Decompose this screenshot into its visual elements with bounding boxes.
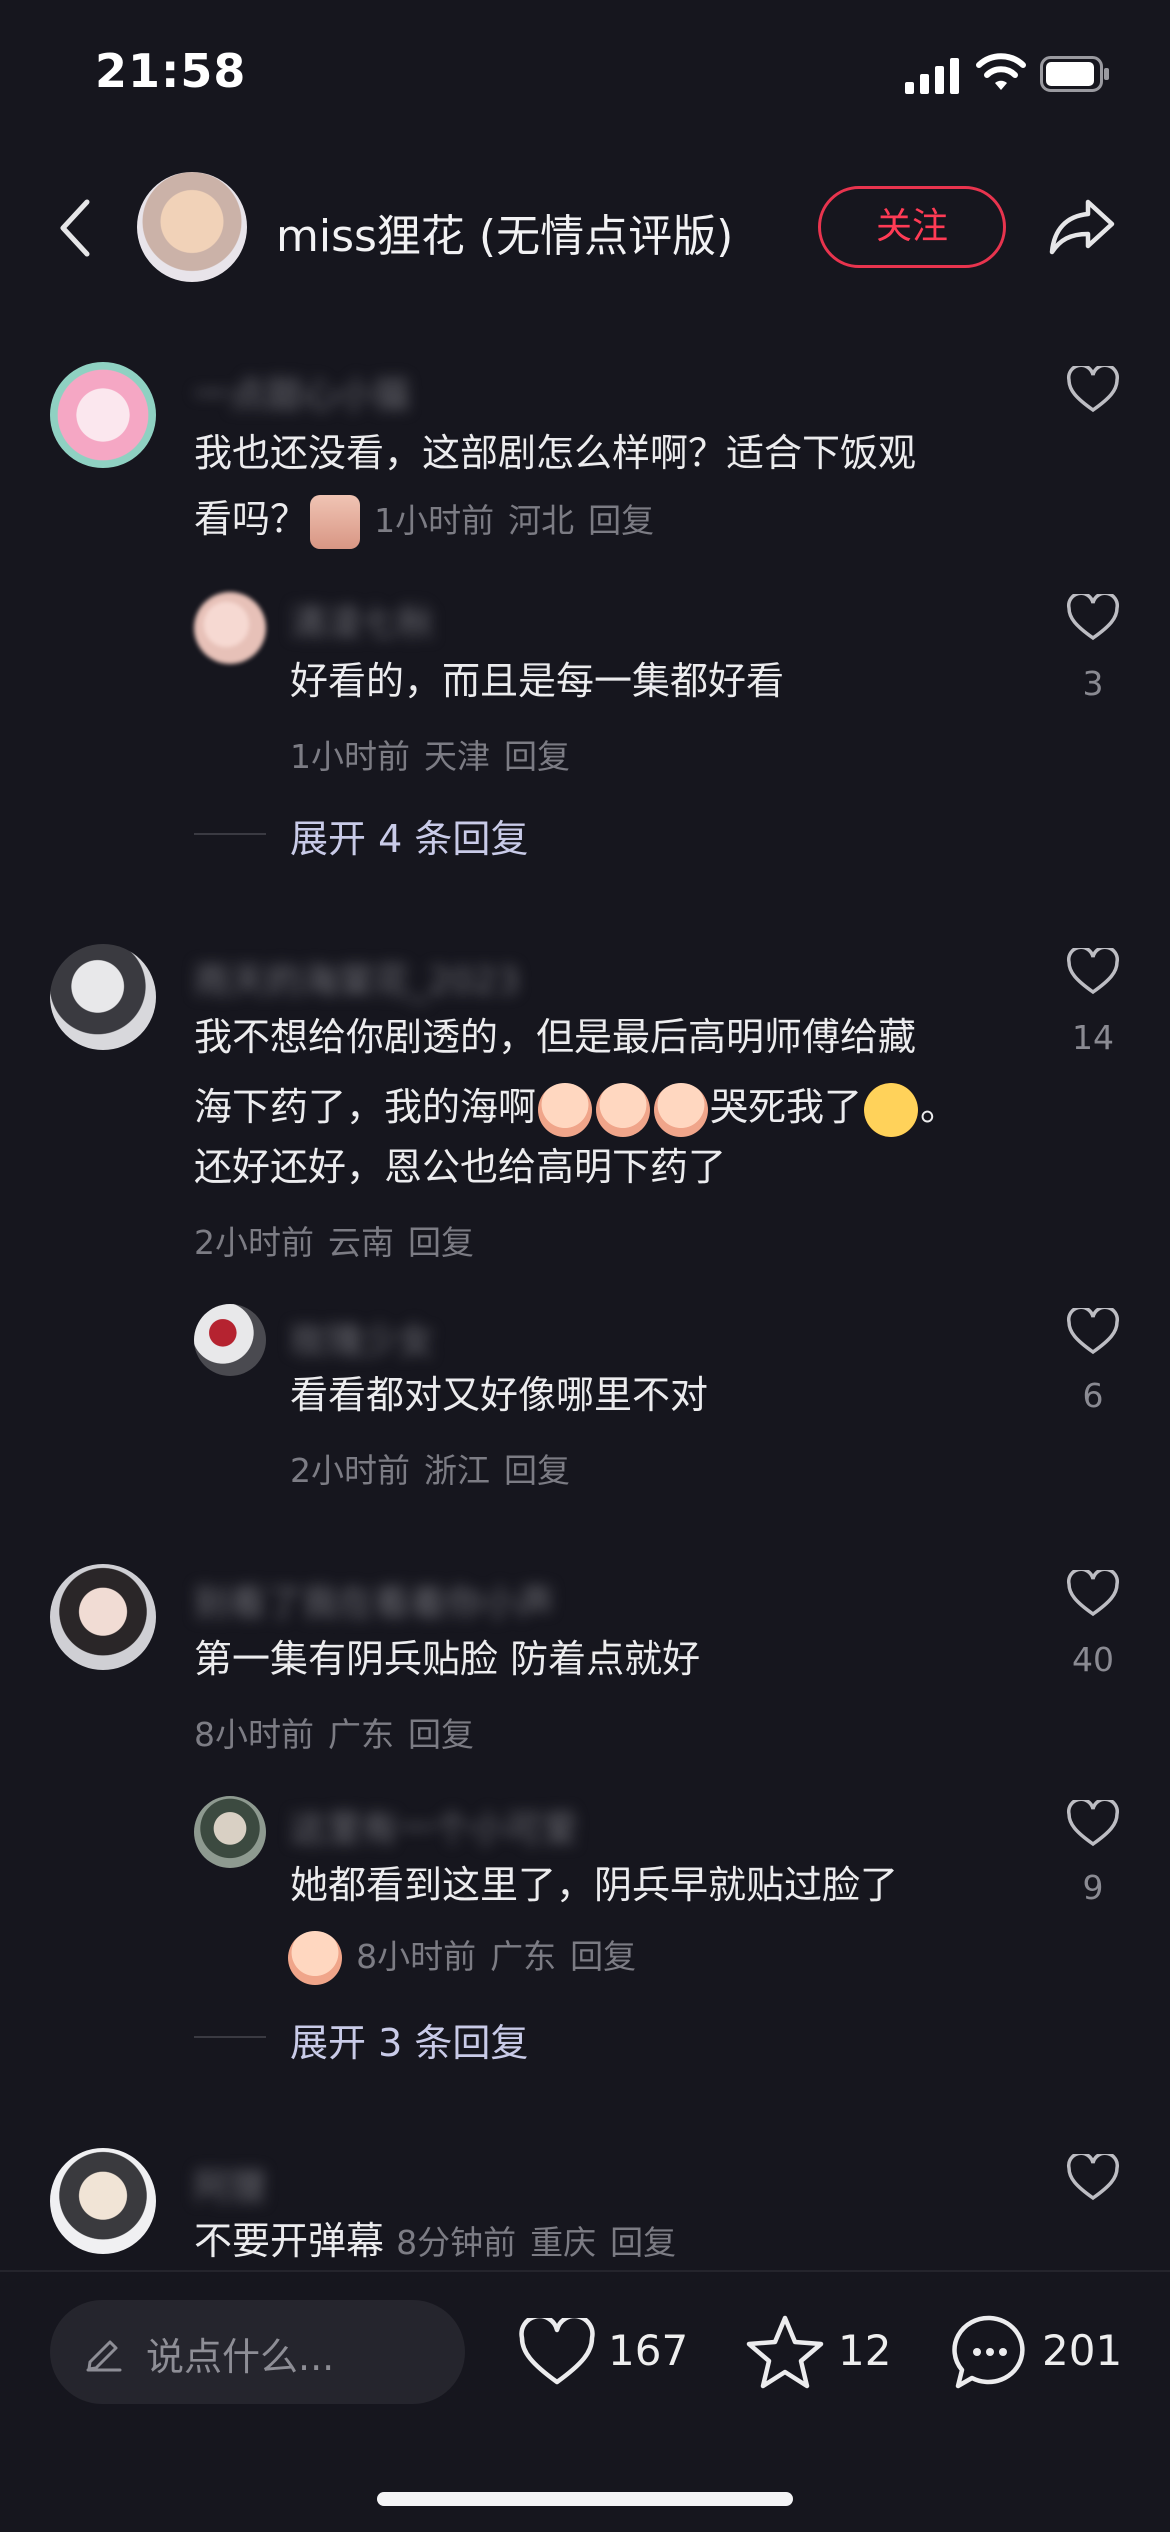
- comment-text: 我也还没看，这部剧怎么样啊？适合下饭观: [194, 431, 917, 475]
- author-avatar[interactable]: [137, 172, 247, 282]
- heart-icon[interactable]: [1066, 948, 1120, 996]
- crying-face-emoji: [288, 1930, 342, 1985]
- back-icon[interactable]: [55, 198, 95, 258]
- comment-meta: 2小时前 云南 回复: [194, 1223, 474, 1262]
- expand-replies-button[interactable]: 展开 4 条回复: [290, 808, 528, 863]
- crying-face-emoji: [654, 1082, 709, 1137]
- reply-username[interactable]: 清凌七秋: [290, 594, 434, 646]
- reply-link[interactable]: 回复: [408, 1223, 474, 1262]
- comment-username[interactable]: 别看了我在看着你小声: [194, 1574, 554, 1626]
- reply-avatar[interactable]: [194, 1796, 266, 1868]
- reply-link[interactable]: 回复: [610, 2223, 676, 2262]
- reply-link[interactable]: 回复: [570, 1937, 636, 1976]
- reply-link[interactable]: 回复: [588, 501, 654, 540]
- wifi-icon: [976, 53, 1026, 90]
- divider: [194, 833, 266, 835]
- reply-avatar[interactable]: [194, 592, 266, 664]
- bottom-divider: [0, 2270, 1170, 2272]
- star-icon[interactable]: [745, 2312, 825, 2390]
- reply-avatar[interactable]: [194, 1304, 266, 1376]
- like-count: 6: [1082, 1376, 1104, 1415]
- crying-face-emoji: [538, 1082, 593, 1137]
- comment-text: 第一集有阴兵贴脸 防着点就好: [194, 1637, 701, 1681]
- like-count: 14: [1072, 1018, 1114, 1057]
- favorite-count: 12: [838, 2326, 892, 2375]
- commenter-avatar[interactable]: [50, 2148, 156, 2254]
- reply-meta: 1小时前 天津 回复: [290, 737, 570, 776]
- commenter-avatar[interactable]: [50, 1564, 156, 1670]
- home-indicator[interactable]: [377, 2492, 793, 2506]
- commenter-avatar[interactable]: [50, 362, 156, 468]
- commenter-avatar[interactable]: [50, 944, 156, 1050]
- sticker-emoji: [310, 494, 361, 549]
- comment-meta: 8小时前 广东 回复: [194, 1715, 474, 1754]
- loudly-crying-emoji: [864, 1082, 919, 1137]
- heart-icon[interactable]: [1066, 1570, 1120, 1618]
- heart-icon[interactable]: [1066, 2154, 1120, 2202]
- reply-text: 好看的，而且是每一集都好看: [290, 659, 785, 703]
- chat-icon[interactable]: [950, 2312, 1030, 2392]
- expand-replies-button[interactable]: 展开 3 条回复: [290, 2012, 528, 2067]
- like-count: 3: [1082, 664, 1104, 703]
- comment-text: 不要开弹幕 8分钟前 重庆 回复: [194, 2219, 677, 2263]
- reply-username[interactable]: 这里有一个小可爱: [290, 1800, 578, 1852]
- comment-text: 我不想给你剧透的，但是最后高明师傅给藏: [194, 1015, 917, 1059]
- battery-icon: [1040, 56, 1109, 92]
- reply-username[interactable]: 玫瑰少女: [290, 1312, 434, 1364]
- comment-text: 海下药了，我的海啊 哭死我了。: [194, 1074, 958, 1140]
- like-count: 40: [1072, 1640, 1114, 1679]
- comment-text: 还好还好，恩公也给高明下药了: [194, 1145, 727, 1189]
- reply-meta: 2小时前 浙江 回复: [290, 1451, 570, 1490]
- reply-text: 她都看到这里了，阴兵早就贴过脸了: [290, 1863, 899, 1907]
- reply-meta-row: 8小时前 广东 回复: [286, 1922, 650, 1990]
- reply-text: 看看都对又好像哪里不对: [290, 1373, 709, 1417]
- comment-username[interactable]: 一点甜心小猫: [194, 366, 410, 418]
- comment-input-placeholder[interactable]: 说点什么...: [146, 2326, 334, 2381]
- divider: [194, 2036, 266, 2038]
- follow-button[interactable]: 关注: [818, 186, 1006, 268]
- heart-icon[interactable]: [1066, 366, 1120, 414]
- heart-icon[interactable]: [518, 2318, 596, 2388]
- heart-icon[interactable]: [1066, 594, 1120, 642]
- comment-text: 看吗？ 1小时前 河北 回复: [194, 486, 668, 554]
- crying-face-emoji: [596, 1082, 651, 1137]
- reply-link[interactable]: 回复: [408, 1715, 474, 1754]
- share-icon[interactable]: [1048, 196, 1116, 256]
- author-name[interactable]: miss狸花 (无情点评版): [276, 200, 733, 264]
- heart-icon[interactable]: [1066, 1800, 1120, 1848]
- comment-username[interactable]: 阿狸: [194, 2158, 266, 2210]
- like-count: 167: [608, 2326, 689, 2375]
- like-count: 9: [1082, 1868, 1104, 1907]
- status-time: 21:58: [95, 44, 247, 98]
- heart-icon[interactable]: [1066, 1308, 1120, 1356]
- cellular-signal-icon: [905, 58, 959, 94]
- reply-link[interactable]: 回复: [504, 737, 570, 776]
- comment-count: 201: [1042, 2326, 1123, 2375]
- pencil-icon: [86, 2340, 122, 2372]
- comment-username[interactable]: 雨天的海棠花_2023: [194, 952, 520, 1004]
- reply-link[interactable]: 回复: [504, 1451, 570, 1490]
